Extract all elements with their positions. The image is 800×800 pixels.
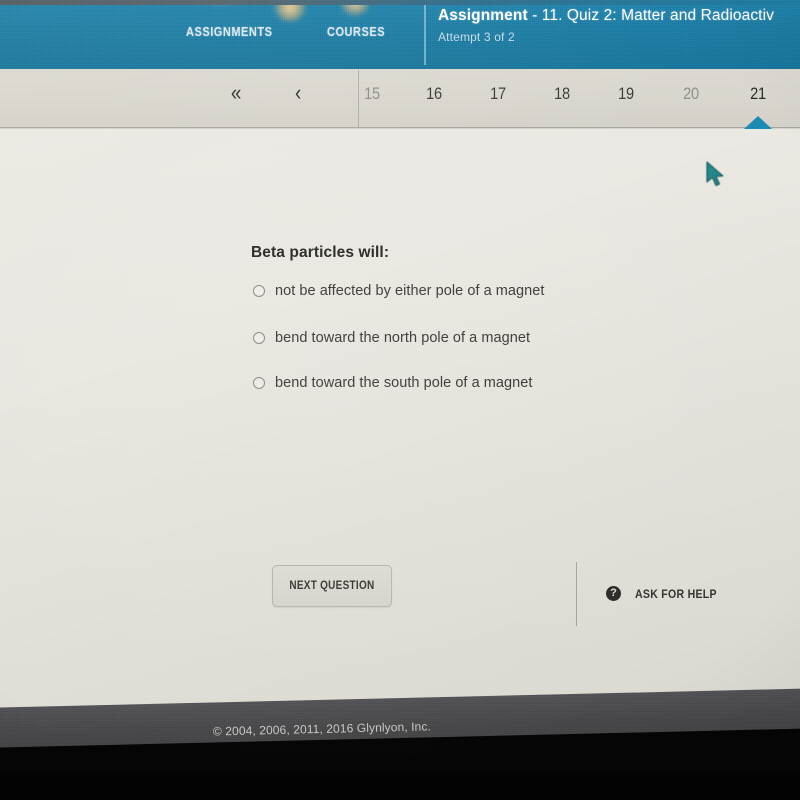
nav-courses[interactable]: COURSES — [327, 25, 385, 39]
ask-for-help-label: ASK FOR HELP — [635, 586, 717, 601]
quiz-screen-photo: ASSIGNMENTS COURSES Assignment - 11. Qui… — [0, 0, 800, 800]
monitor-top-edge — [0, 0, 800, 5]
assignment-word: Assignment — [438, 7, 528, 24]
pagination-first-button[interactable]: « — [222, 80, 250, 106]
assignment-title: - 11. Quiz 2: Matter and Radioactiv — [527, 7, 774, 24]
mouse-pointer-icon — [706, 161, 724, 187]
header-divider — [424, 5, 426, 65]
radio-button-icon[interactable] — [253, 377, 265, 389]
answer-option-1-label: bend toward the north pole of a magnet — [275, 330, 531, 346]
pagination-page-15[interactable]: 15 — [358, 84, 386, 104]
pagination-page-20[interactable]: 20 — [677, 84, 705, 104]
ask-for-help-button[interactable]: ? ASK FOR HELP — [606, 586, 728, 601]
nav-assignments[interactable]: ASSIGNMENTS — [186, 25, 272, 39]
next-question-label: NEXT QUESTION — [289, 580, 375, 592]
answer-option-1[interactable]: bend toward the north pole of a magnet — [253, 330, 530, 346]
site-header: ASSIGNMENTS COURSES Assignment - 11. Qui… — [0, 3, 800, 69]
question-mark-icon: ? — [606, 586, 621, 601]
active-page-caret-icon — [744, 116, 772, 129]
answer-option-2[interactable]: bend toward the south pole of a magnet — [253, 375, 532, 391]
answer-option-2-label: bend toward the south pole of a magnet — [275, 375, 533, 391]
assignment-info: Assignment - 11. Quiz 2: Matter and Radi… — [438, 7, 800, 44]
help-section-divider — [576, 562, 577, 626]
next-question-button[interactable]: NEXT QUESTION — [272, 565, 392, 607]
pagination-page-21-active[interactable]: 21 — [744, 84, 772, 104]
pagination-page-16[interactable]: 16 — [420, 84, 448, 104]
radio-button-icon[interactable] — [253, 332, 265, 344]
answer-option-0[interactable]: not be affected by either pole of a magn… — [253, 283, 544, 299]
assignment-heading: Assignment - 11. Quiz 2: Matter and Radi… — [438, 7, 800, 25]
pagination-bottom-border — [0, 127, 800, 128]
attempt-status: Attempt 3 of 2 — [438, 30, 515, 44]
quiz-content-area: Beta particles will: not be affected by … — [0, 128, 800, 708]
question-prompt: Beta particles will: — [251, 244, 390, 261]
monitor-bezel-lower — [0, 770, 800, 800]
radio-button-icon[interactable] — [253, 285, 265, 297]
pagination-page-19[interactable]: 19 — [612, 84, 640, 104]
pagination-prev-button[interactable]: ‹ — [284, 80, 312, 106]
pagination-page-18[interactable]: 18 — [548, 84, 576, 104]
pagination-page-17[interactable]: 17 — [484, 84, 512, 104]
answer-option-0-label: not be affected by either pole of a magn… — [275, 283, 545, 299]
